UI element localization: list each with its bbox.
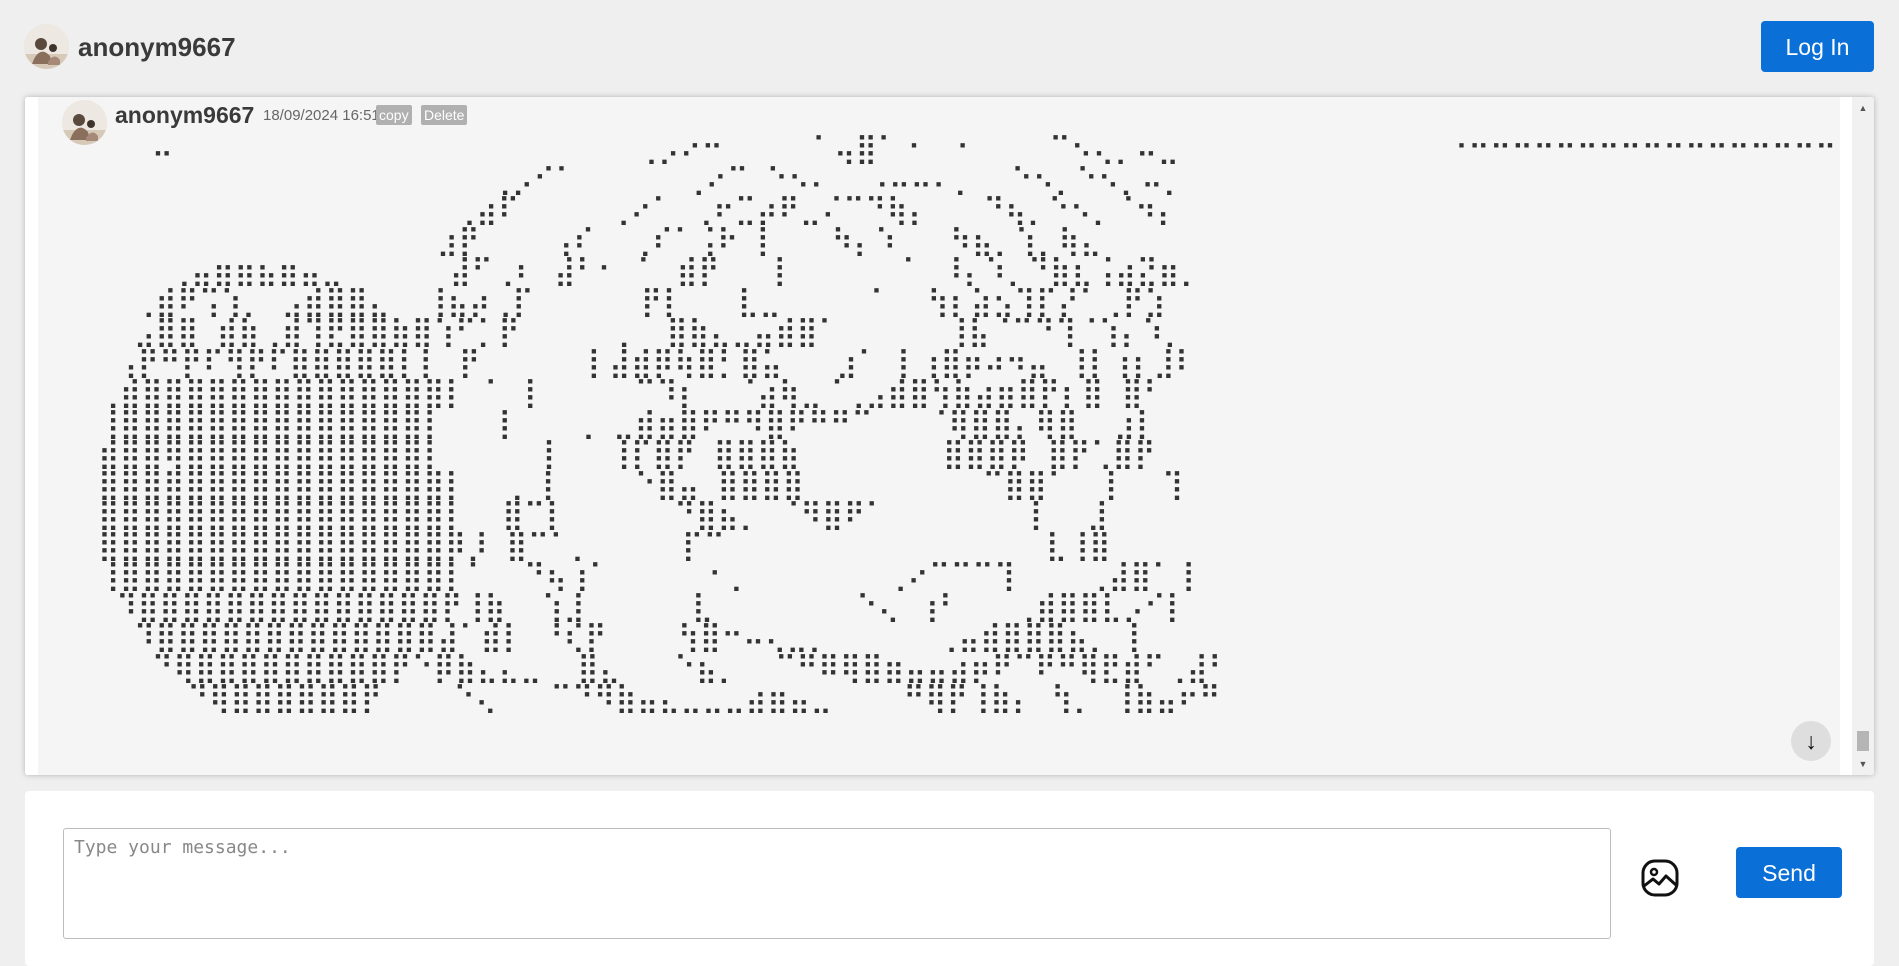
message-composer: Send	[25, 791, 1874, 966]
chat-right-gutter	[1840, 97, 1852, 775]
copy-button[interactable]: copy	[376, 105, 412, 125]
message-username: anonym9667	[115, 102, 255, 128]
arrow-down-icon: ↓	[1805, 728, 1817, 754]
send-button[interactable]: Send	[1736, 847, 1842, 898]
login-button[interactable]: Log In	[1761, 21, 1874, 72]
message-input[interactable]	[63, 828, 1611, 939]
image-icon	[1641, 859, 1679, 897]
chat-left-gutter	[25, 97, 38, 775]
braille-art-message: ⠤ ⢀⡠⠔⠒ ⠁⢤⣿⠁⠐ ⠂ ⠉⠢⢄⡀⠤⣀ ⠐⠒⠒⠒⠒⠒⠒⠒⠒⠒⠒⠒⠒⠒⠒⠒⠒⠒…	[98, 131, 1852, 714]
chat-scrollbar[interactable]: ▲ ▼	[1852, 97, 1874, 775]
avatar-image	[24, 24, 69, 69]
user-avatar[interactable]	[24, 24, 69, 69]
top-bar: anonym9667 Log In	[0, 0, 1899, 92]
message-timestamp: 18/09/2024 16:51	[263, 107, 380, 124]
message-list[interactable]: anonym9667 18/09/2024 16:51 copy Delete …	[38, 97, 1852, 775]
scroll-to-bottom-button[interactable]: ↓	[1791, 721, 1831, 761]
image-upload-button[interactable]	[1639, 857, 1681, 899]
scroll-thumb[interactable]	[1857, 731, 1869, 751]
delete-button[interactable]: Delete	[421, 105, 468, 125]
header-username: anonym9667	[78, 32, 236, 62]
chat-panel: anonym9667 18/09/2024 16:51 copy Delete …	[25, 97, 1874, 775]
scroll-down-arrow-icon[interactable]: ▼	[1852, 755, 1874, 773]
scroll-up-arrow-icon[interactable]: ▲	[1852, 99, 1874, 117]
